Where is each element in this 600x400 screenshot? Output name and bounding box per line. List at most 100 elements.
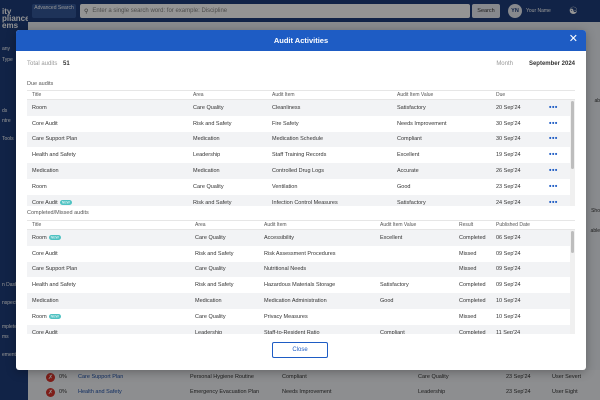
close-icon[interactable]: ✕ xyxy=(569,34,578,45)
published-date-cell: 10 Sep'24 xyxy=(496,313,521,320)
table-row[interactable]: Medication Medication Controlled Drug Logs… xyxy=(27,163,575,179)
month-label: Month xyxy=(496,61,513,67)
more-actions-icon[interactable]: ••• xyxy=(549,152,558,159)
audit-item-cell: Ventilation xyxy=(272,183,298,190)
scrollbar[interactable] xyxy=(570,230,575,334)
area-cell: Medication xyxy=(193,136,220,143)
more-actions-icon[interactable]: ••• xyxy=(549,199,558,206)
scrollbar[interactable] xyxy=(570,100,575,206)
published-date-cell: 11 Sep'24 xyxy=(496,329,521,334)
table-row[interactable]: Health and Safety Risk and Safety Hazardou… xyxy=(27,277,575,293)
audit-item-cell: Staff-to-Resident Ratio xyxy=(264,329,320,334)
title-cell: Medication xyxy=(32,298,59,304)
title-cell: Core Audit NEW xyxy=(32,200,72,206)
table-row[interactable]: Room NEW Care Quality Privacy Measures Misse… xyxy=(27,309,575,325)
table-header: Title Area Audit Item Audit Item Value R… xyxy=(27,221,575,230)
audit-item-value-cell: Good xyxy=(380,298,394,305)
column-header: Area xyxy=(193,92,204,98)
audit-item-cell: Privacy Measures xyxy=(264,313,308,320)
table-row[interactable]: Core Audit Risk and Safety Fire Safety Need… xyxy=(27,116,575,132)
column-header: Audit Item Value xyxy=(397,92,434,98)
new-badge: NEW xyxy=(59,200,72,206)
table-row[interactable]: Medication Medication Medication Administr… xyxy=(27,293,575,309)
audit-item-cell: Fire Safety xyxy=(272,120,299,127)
close-button[interactable]: Close xyxy=(272,342,328,358)
table-row[interactable]: Health and Safety Leadership Staff Trainin… xyxy=(27,147,575,163)
area-cell: Medication xyxy=(195,298,222,305)
title-cell: Health and Safety xyxy=(32,282,76,288)
audit-title: Health and Safety xyxy=(32,282,76,289)
title-cell: Room NEW xyxy=(32,314,61,320)
due-date-cell: 30 Sep'24 xyxy=(496,120,521,127)
published-date-cell: 06 Sep'24 xyxy=(496,234,521,241)
month-value: September 2024 xyxy=(528,61,575,67)
audit-activities-dialog: Audit Activities ✕ Total audits 51 Month… xyxy=(16,30,586,370)
audit-item-value-cell: Satisfactory xyxy=(380,282,409,289)
audit-item-cell: Medication Administration xyxy=(264,298,327,305)
area-cell: Medication xyxy=(193,168,220,175)
table-row[interactable]: Room NEW Care Quality Accessibility Excellen… xyxy=(27,230,575,246)
new-badge: NEW xyxy=(48,235,61,241)
audit-title: Medication xyxy=(32,298,59,305)
dialog-header: Audit Activities ✕ xyxy=(16,30,586,51)
title-cell: Care Support Plan xyxy=(32,136,77,142)
column-header: Published Date xyxy=(496,222,530,228)
title-cell: Care Support Plan xyxy=(32,266,77,272)
audit-title: Core Audit xyxy=(32,199,58,206)
more-actions-icon[interactable]: ••• xyxy=(549,183,558,190)
total-audits-value: 51 xyxy=(63,61,70,67)
table-row[interactable]: Room Care Quality Cleanliness Satisfactory 2… xyxy=(27,100,575,116)
more-actions-icon[interactable]: ••• xyxy=(549,120,558,127)
title-cell: Core Audit xyxy=(32,330,58,334)
result-cell: Missed xyxy=(459,313,477,320)
scroll-thumb[interactable] xyxy=(571,101,574,169)
audit-title: Core Audit xyxy=(32,329,58,334)
more-actions-icon[interactable]: ••• xyxy=(549,168,558,175)
dialog-title: Audit Activities xyxy=(273,36,329,45)
audit-title: Room xyxy=(32,313,47,320)
audit-title: Core Audit xyxy=(32,250,58,257)
table-header: Title Area Audit Item Audit Item Value D… xyxy=(27,91,575,100)
title-cell: Room xyxy=(32,105,47,111)
area-cell: Care Quality xyxy=(195,266,226,273)
table-row[interactable]: Room Care Quality Ventilation Good 23 Sep'24… xyxy=(27,179,575,195)
area-cell: Care Quality xyxy=(193,104,224,111)
due-date-cell: 30 Sep'24 xyxy=(496,136,521,143)
audit-item-cell: Nutritional Needs xyxy=(264,266,307,273)
audit-title: Health and Safety xyxy=(32,152,76,159)
audit-summary: Total audits 51 Month September 2024 xyxy=(27,61,575,71)
audit-title: Core Audit xyxy=(32,120,58,127)
table-row[interactable]: Care Support Plan Medication Medication Sc… xyxy=(27,131,575,148)
more-actions-icon[interactable]: ••• xyxy=(549,136,558,143)
area-cell: Care Quality xyxy=(195,313,226,320)
area-cell: Risk and Safety xyxy=(195,250,234,257)
scroll-thumb[interactable] xyxy=(571,231,574,253)
title-cell: Core Audit xyxy=(32,121,58,127)
column-header: Audit Item xyxy=(272,92,295,98)
more-actions-icon[interactable]: ••• xyxy=(549,104,558,111)
audit-title: Room xyxy=(32,234,47,241)
table-row[interactable]: Core Audit Risk and Safety Risk Assessment… xyxy=(27,246,575,262)
result-cell: Completed xyxy=(459,329,486,334)
table-row[interactable]: Core Audit NEW Risk and Safety Infection Co… xyxy=(27,194,575,206)
result-cell: Missed xyxy=(459,250,477,257)
audit-item-cell: Staff Training Records xyxy=(272,152,327,159)
audit-title: Room xyxy=(32,104,47,111)
title-cell: Room xyxy=(32,184,47,190)
table-row[interactable]: Care Support Plan Care Quality Nutritional… xyxy=(27,261,575,278)
audit-item-value-cell: Accurate xyxy=(397,168,419,175)
area-cell: Risk and Safety xyxy=(193,120,232,127)
audit-item-value-cell: Excellent xyxy=(397,152,420,159)
audit-item-value-cell: Excellent xyxy=(380,234,403,241)
result-cell: Completed xyxy=(459,298,486,305)
audit-item-cell: Risk Assessment Procedures xyxy=(264,250,336,257)
total-audits-label: Total audits xyxy=(27,61,58,67)
audit-title: Room xyxy=(32,183,47,190)
audit-item-value-cell: Compliant xyxy=(397,136,422,143)
due-date-cell: 24 Sep'24 xyxy=(496,199,521,206)
area-cell: Risk and Safety xyxy=(193,199,232,206)
published-date-cell: 09 Sep'24 xyxy=(496,282,521,289)
audit-item-value-cell: Needs Improvement xyxy=(397,120,447,127)
due-audits-table: Title Area Audit Item Audit Item Value D… xyxy=(27,90,575,206)
table-row[interactable]: Core Audit Leadership Staff-to-Resident Ra… xyxy=(27,324,575,334)
